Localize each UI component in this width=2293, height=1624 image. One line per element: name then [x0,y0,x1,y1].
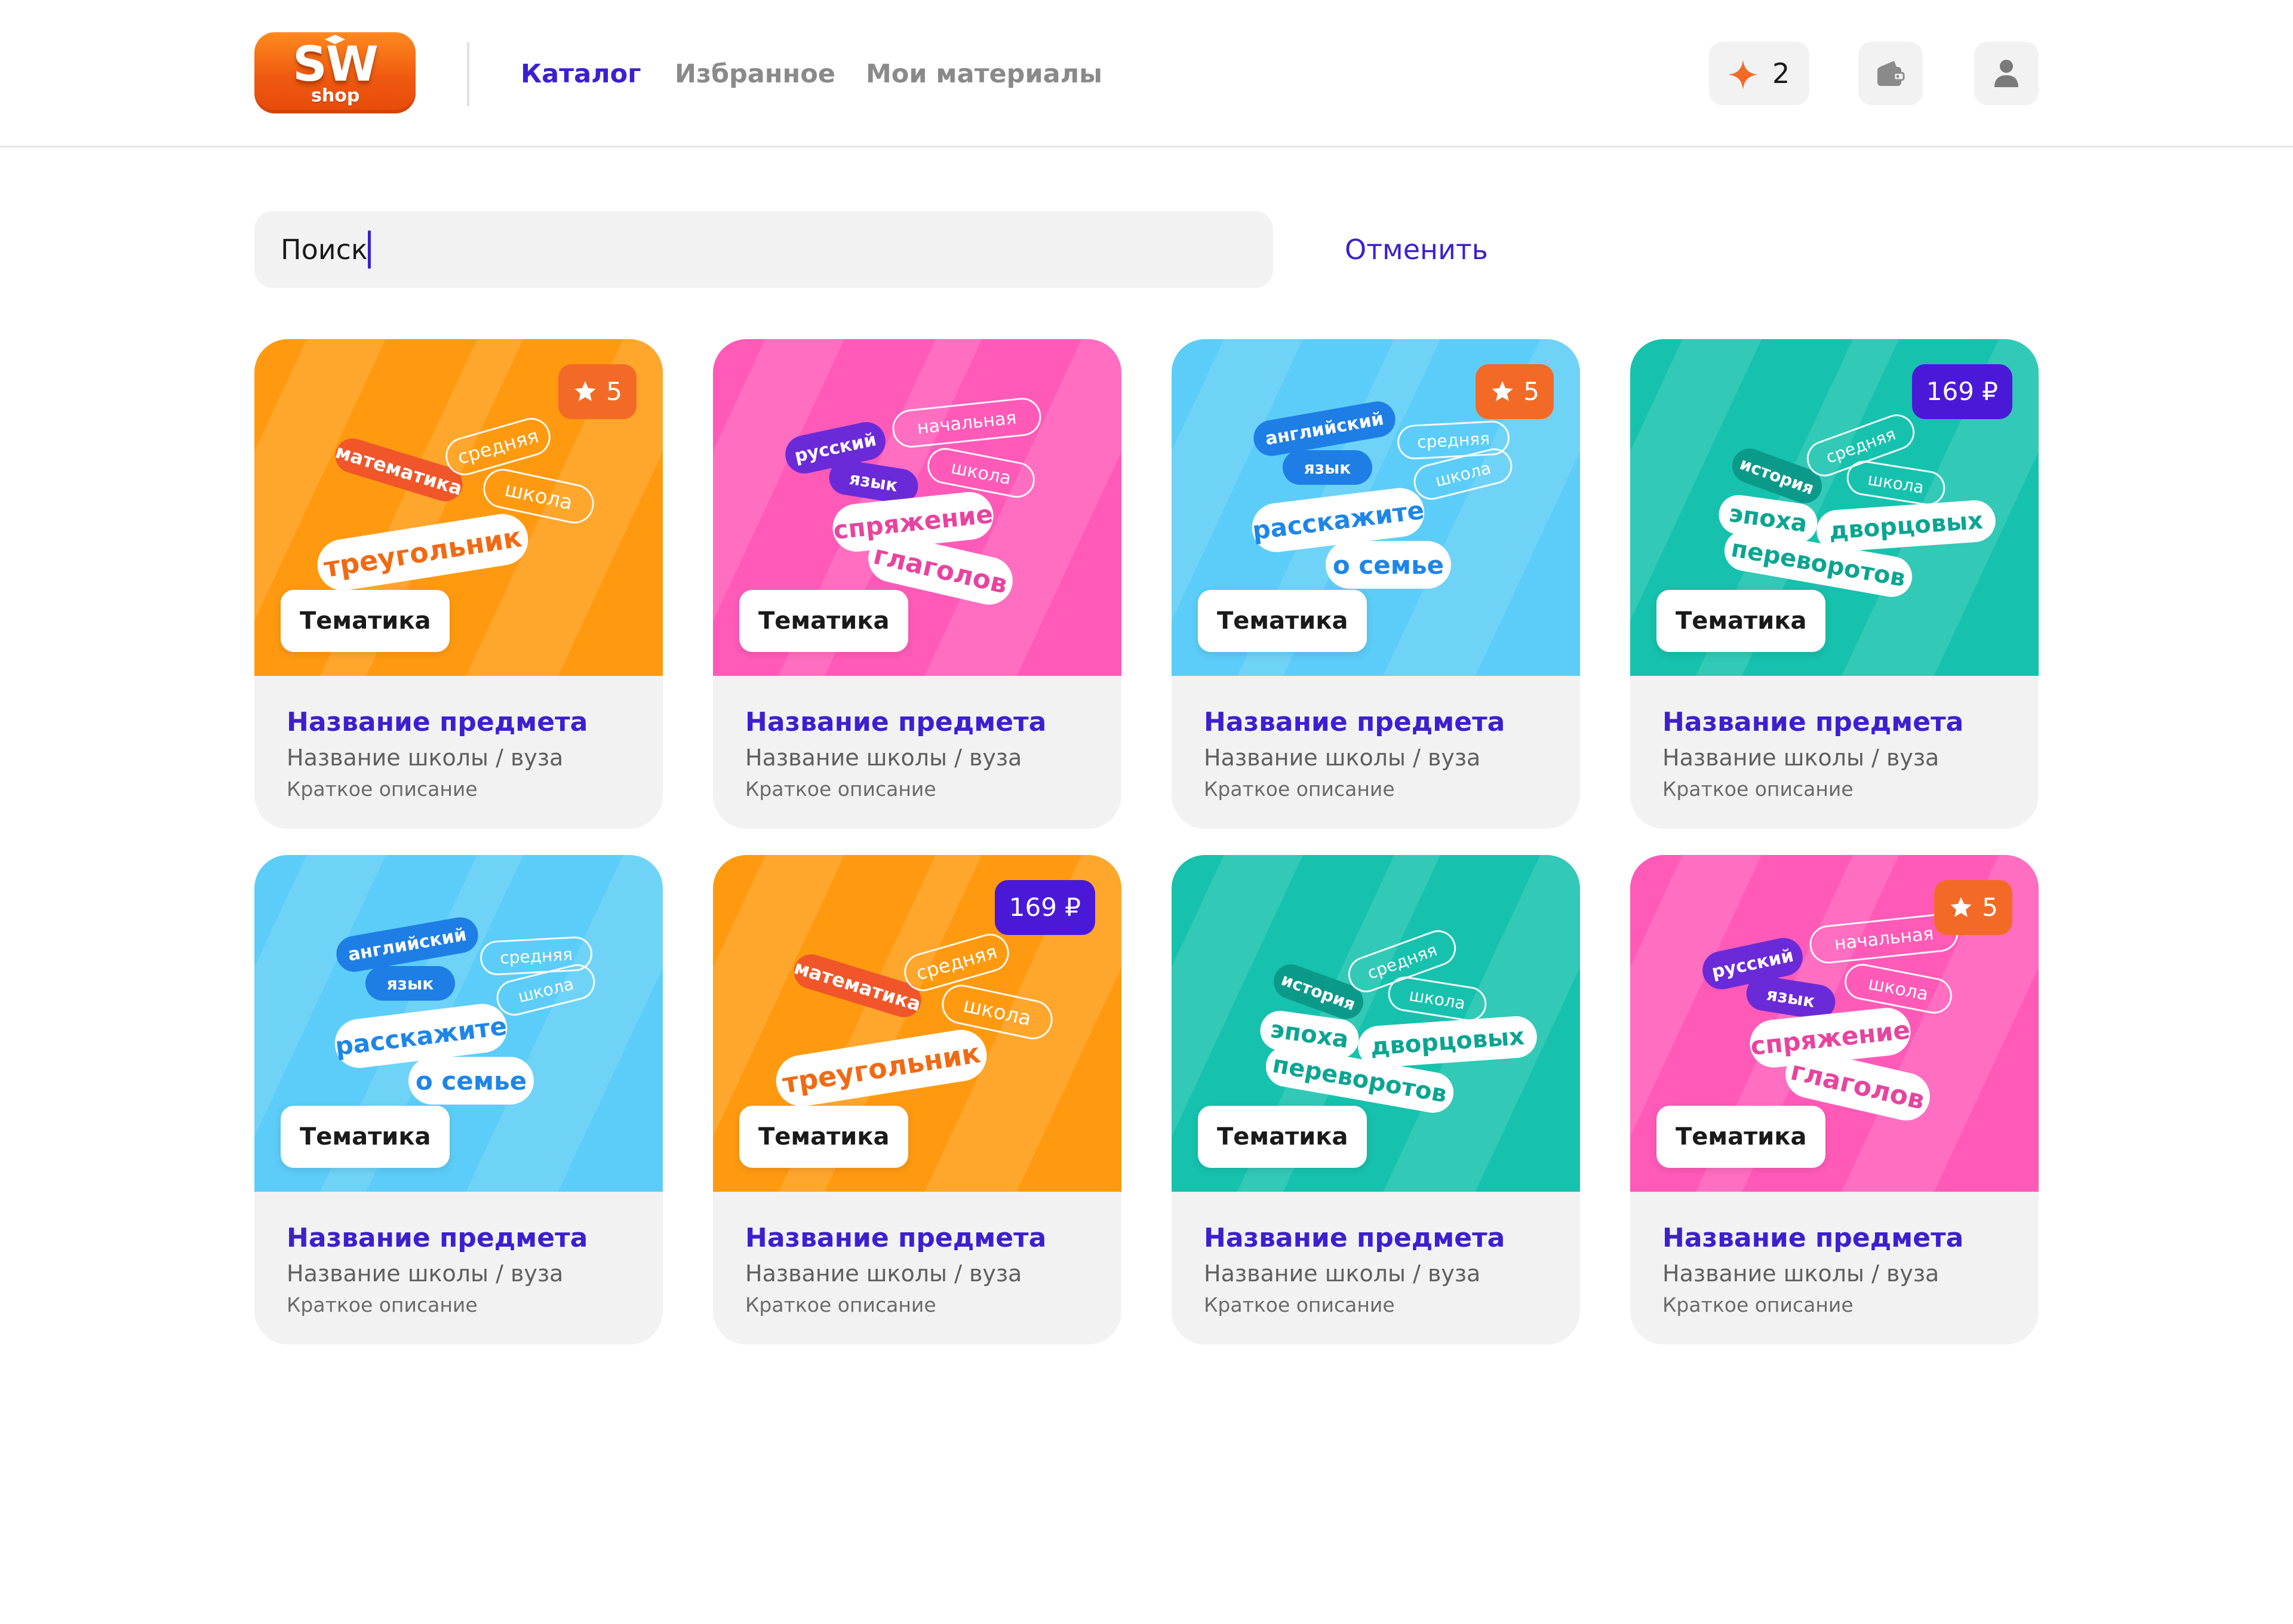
header-divider [467,42,469,106]
theme-label-text: Тематика [758,1123,890,1151]
topic-tag: язык [365,966,455,1001]
profile-button[interactable] [1974,42,2039,105]
card-school: Название школы / вуза [1204,745,1481,771]
card-school: Название школы / вуза [1662,1260,1939,1287]
theme-label: Тематика [739,590,909,652]
logo-sub-text: shop [311,85,360,106]
theme-label: Тематика [281,1106,450,1168]
theme-label: Тематика [1656,1106,1826,1168]
card-title: Название предмета [745,707,1047,737]
sparkle-icon [1728,60,1758,90]
topic-tag: о семье [408,1057,534,1105]
card-cover-image: история средняя школа эпоха дворцовых перевор… [1630,339,2039,676]
sw-shop-logo[interactable]: SW shop [254,32,416,113]
catalog-card[interactable]: история средняя школа эпоха дворцовых перевор… [1172,855,1580,1345]
card-school: Название школы / вуза [1204,1260,1481,1287]
card-description: Краткое описание [745,1293,936,1317]
topic-tag: о семье [1326,541,1451,589]
card-cover-image: русский начальная язык школа спряжение глагол… [713,339,1121,676]
topic-tag: школа [1841,961,1956,1017]
theme-label: Тематика [281,590,450,652]
theme-label: Тематика [1198,1106,1367,1168]
text-caret [368,230,371,269]
nav-catalog[interactable]: Каталог [521,59,641,90]
card-title: Название предмета [1204,1223,1505,1253]
top-header: SW shop Каталог Избранное Мои материалы … [0,0,2293,147]
card-cover-image: английский средняя язык школа расскажите о се… [254,855,663,1192]
card-description: Краткое описание [1662,777,1854,801]
rating-badge: 5 [558,364,637,419]
card-title: Название предмета [745,1223,1047,1253]
nav-my-materials[interactable]: Мои материалы [866,59,1102,90]
wallet-button[interactable] [1858,42,1923,105]
catalog-card[interactable]: история средняя школа эпоха дворцовых перевор… [1630,339,2039,829]
badge-text: 5 [1982,893,1998,922]
star-icon [574,381,596,401]
badge-text: 5 [1523,377,1539,406]
theme-label-text: Тематика [300,1123,431,1151]
theme-label: Тематика [1656,590,1826,652]
badge-text: 5 [606,377,622,406]
card-school: Название школы / вуза [287,1260,564,1287]
card-description: Краткое описание [745,777,936,801]
badge-text: 169 ₽ [1009,893,1081,922]
card-title: Название предмета [287,1223,588,1253]
logo-main-text: SW [293,36,379,92]
topic-tag: язык [1283,450,1372,485]
catalog-card[interactable]: математика средняя школа треугольник 169 ₽ Те… [713,855,1121,1345]
card-cover-image: математика средняя школа треугольник 169 ₽ Те… [713,855,1121,1192]
nav-favorites[interactable]: Избранное [675,59,835,90]
card-school: Название школы / вуза [1662,745,1939,771]
card-description: Краткое описание [287,777,478,801]
bonus-button[interactable]: 2 [1709,42,1809,105]
catalog-card[interactable]: английский средняя язык школа расскажите о се… [1172,339,1580,829]
card-title: Название предмета [1204,707,1505,737]
card-school: Название школы / вуза [287,745,564,771]
card-title: Название предмета [287,707,588,737]
badge-text: 169 ₽ [1926,377,1998,406]
catalog-card[interactable]: математика средняя школа треугольник 5 Темати… [254,339,663,829]
rating-badge: 5 [1934,880,2012,935]
card-description: Краткое описание [1204,777,1395,801]
search-bar[interactable]: Поиск [254,211,1273,288]
card-title: Название предмета [1662,1223,1964,1253]
theme-label-text: Тематика [1676,1123,1807,1151]
search-input[interactable]: Поиск [281,233,368,266]
cancel-search-button[interactable]: Отменить [1345,233,1488,266]
wallet-icon [1877,61,1905,86]
card-description: Краткое описание [1204,1293,1395,1317]
card-cover-image: история средняя школа эпоха дворцовых перевор… [1172,855,1580,1192]
card-school: Название школы / вуза [745,745,1022,771]
catalog-card[interactable]: русский начальная язык школа спряжение глагол… [713,339,1121,829]
topic-tag: школа [1844,458,1948,508]
card-description: Краткое описание [287,1293,478,1317]
price-badge: 169 ₽ [994,880,1095,935]
topic-tag: школа [924,445,1038,501]
theme-label-text: Тематика [1217,1123,1348,1151]
card-school: Название школы / вуза [745,1260,1022,1287]
card-title: Название предмета [1662,707,1964,737]
star-icon [1950,897,1972,917]
bonus-count: 2 [1772,57,1790,90]
topic-tag: школа [1385,974,1489,1024]
rating-badge: 5 [1476,364,1554,419]
theme-label-text: Тематика [1217,607,1348,635]
card-description: Краткое описание [1662,1293,1854,1317]
star-icon [1492,381,1513,401]
catalog-card[interactable]: русский начальная язык школа спряжение глагол… [1630,855,2039,1345]
theme-label-text: Тематика [758,607,890,635]
card-cover-image: английский средняя язык школа расскажите о се… [1172,339,1580,676]
catalog-card[interactable]: английский средняя язык школа расскажите о се… [254,855,663,1345]
card-cover-image: русский начальная язык школа спряжение глагол… [1630,855,2039,1192]
theme-label-text: Тематика [1676,607,1807,635]
user-icon [1994,60,2018,87]
theme-label: Тематика [739,1106,909,1168]
price-badge: 169 ₽ [1911,364,2012,419]
theme-label-text: Тематика [300,607,431,635]
theme-label: Тематика [1198,590,1367,652]
card-cover-image: математика средняя школа треугольник 5 Темати… [254,339,663,676]
